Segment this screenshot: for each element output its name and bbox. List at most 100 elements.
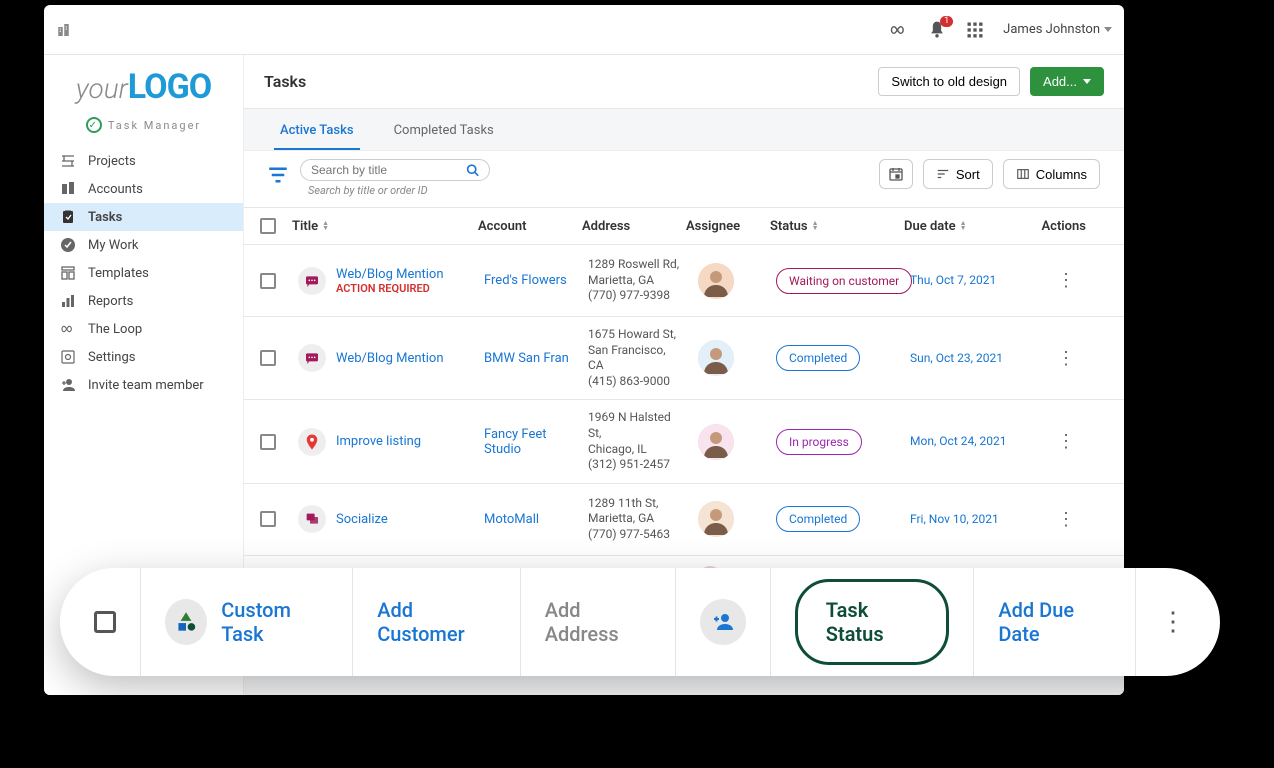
reports-icon <box>60 293 76 309</box>
row-checkbox[interactable] <box>260 350 276 366</box>
assignee-avatar[interactable] <box>698 340 734 376</box>
apps-grid-icon[interactable] <box>965 20 985 40</box>
assignee-avatar[interactable] <box>698 501 734 537</box>
action-required-flag: ACTION REQUIRED <box>336 282 444 295</box>
nav-invite[interactable]: Invite team member <box>44 371 243 399</box>
nav-templates[interactable]: Templates <box>44 259 243 287</box>
task-title-link[interactable]: Improve listing <box>336 434 421 449</box>
status-badge[interactable]: Waiting on customer <box>776 268 912 294</box>
sort-button[interactable]: Sort <box>923 159 993 189</box>
task-type-icon <box>298 267 326 295</box>
col-account[interactable]: Account <box>478 219 582 234</box>
fb-add-address[interactable]: Add Address <box>521 568 676 676</box>
due-date: Mon, Oct 24, 2021 <box>910 434 1007 448</box>
buildings-icon <box>56 21 74 39</box>
row-checkbox[interactable] <box>260 434 276 450</box>
account-link[interactable]: Fancy Feet Studio <box>484 427 547 457</box>
sort-arrows-icon: ▲▼ <box>812 221 819 231</box>
search-icon <box>466 163 479 177</box>
notification-badge: 1 <box>940 16 953 27</box>
tab-active-tasks[interactable]: Active Tasks <box>274 109 360 150</box>
search-input[interactable] <box>311 163 466 177</box>
col-address[interactable]: Address <box>582 219 686 234</box>
nav-settings[interactable]: Settings <box>44 343 243 371</box>
fb-checkbox[interactable] <box>94 611 116 633</box>
sort-arrows-icon: ▲▼ <box>960 221 967 231</box>
account-link[interactable]: Fred's Flowers <box>484 273 567 288</box>
assignee-avatar[interactable] <box>698 263 734 299</box>
settings-icon <box>60 349 76 365</box>
assignee-avatar[interactable] <box>698 424 734 460</box>
row-actions[interactable]: ⋮ <box>1036 260 1096 301</box>
nav-theloop[interactable]: The Loop <box>44 315 243 343</box>
add-button[interactable]: Add... <box>1030 67 1104 96</box>
search-box[interactable] <box>300 159 490 181</box>
calendar-button[interactable] <box>879 159 913 189</box>
table-row: Improve listing Fancy Feet Studio 1969 N H… <box>244 400 1124 483</box>
sort-icon <box>936 167 950 181</box>
address-cell: 1675 Howard St,San Francisco, CA(415) 86… <box>582 317 686 399</box>
col-status[interactable]: Status▲▼ <box>770 219 904 234</box>
account-link[interactable]: BMW San Fran <box>484 351 569 366</box>
nav-mywork[interactable]: My Work <box>44 231 243 259</box>
address-cell: 1289 Roswell Rd,Marietta, GA(770) 977-93… <box>582 247 686 314</box>
task-type-icon <box>298 428 326 456</box>
due-date: Sun, Oct 23, 2021 <box>910 351 1003 365</box>
status-badge[interactable]: In progress <box>776 429 862 455</box>
col-assignee[interactable]: Assignee <box>686 219 770 234</box>
task-title-link[interactable]: Web/Blog Mention <box>336 351 444 366</box>
nav-reports[interactable]: Reports <box>44 287 243 315</box>
search-hint: Search by title or order ID <box>308 184 490 197</box>
due-date: Thu, Oct 7, 2021 <box>910 273 996 287</box>
user-name: James Johnston <box>1003 22 1100 37</box>
task-title-link[interactable]: Socialize <box>336 512 388 527</box>
due-date: Fri, Nov 10, 2021 <box>910 512 999 526</box>
nav-tasks[interactable]: Tasks <box>44 203 243 231</box>
fb-custom-task[interactable]: Custom Task <box>141 568 353 676</box>
task-title-link[interactable]: Web/Blog Mention <box>336 267 444 282</box>
fb-more[interactable]: ⋮ <box>1136 568 1220 676</box>
more-vert-icon: ⋮ <box>1160 607 1186 637</box>
columns-button[interactable]: Columns <box>1003 159 1100 189</box>
shapes-icon <box>165 599 207 645</box>
loop-icon <box>60 321 76 337</box>
row-actions[interactable]: ⋮ <box>1036 421 1096 462</box>
table-row: SocializeMotoMall1289 11th St,Marietta, … <box>244 484 1124 556</box>
columns-icon <box>1016 167 1030 181</box>
user-menu[interactable]: James Johnston <box>1003 22 1112 37</box>
tasks-icon <box>60 209 76 225</box>
filter-icon[interactable] <box>268 165 288 185</box>
row-checkbox[interactable] <box>260 273 276 289</box>
tab-completed-tasks[interactable]: Completed Tasks <box>388 109 500 150</box>
select-all-checkbox[interactable] <box>260 218 276 234</box>
row-checkbox[interactable] <box>260 511 276 527</box>
templates-icon <box>60 265 76 281</box>
page-title: Tasks <box>264 72 306 91</box>
sort-arrows-icon: ▲▼ <box>322 221 329 231</box>
status-badge[interactable]: Completed <box>776 345 860 371</box>
fb-add-due-date[interactable]: Add Due Date <box>974 568 1136 676</box>
status-badge[interactable]: Completed <box>776 506 860 532</box>
nav-accounts[interactable]: Accounts <box>44 175 243 203</box>
col-title[interactable]: Title▲▼ <box>292 219 478 234</box>
caret-down-icon <box>1104 27 1112 32</box>
task-type-icon <box>298 344 326 372</box>
logo: yourLOGO <box>44 55 243 109</box>
notifications-icon[interactable]: 1 <box>927 20 947 40</box>
accounts-icon <box>60 181 76 197</box>
fb-task-status[interactable]: Task Status <box>771 568 975 676</box>
col-due-date[interactable]: Due date▲▼ <box>904 219 1036 234</box>
account-link[interactable]: MotoMall <box>484 512 539 527</box>
invite-icon <box>60 377 76 393</box>
task-type-icon <box>298 505 326 533</box>
row-actions[interactable]: ⋮ <box>1036 338 1096 379</box>
fb-assignee[interactable] <box>676 568 771 676</box>
row-actions[interactable]: ⋮ <box>1036 499 1096 540</box>
fb-add-customer[interactable]: Add Customer <box>353 568 521 676</box>
nav-projects[interactable]: Projects <box>44 147 243 175</box>
switch-design-button[interactable]: Switch to old design <box>878 67 1020 96</box>
infinity-icon[interactable] <box>889 20 909 40</box>
app-subtitle: ✓ Task Manager <box>44 109 243 147</box>
mywork-icon <box>60 237 76 253</box>
address-cell: 1969 N Halsted St,Chicago, IL(312) 951-2… <box>582 400 686 482</box>
